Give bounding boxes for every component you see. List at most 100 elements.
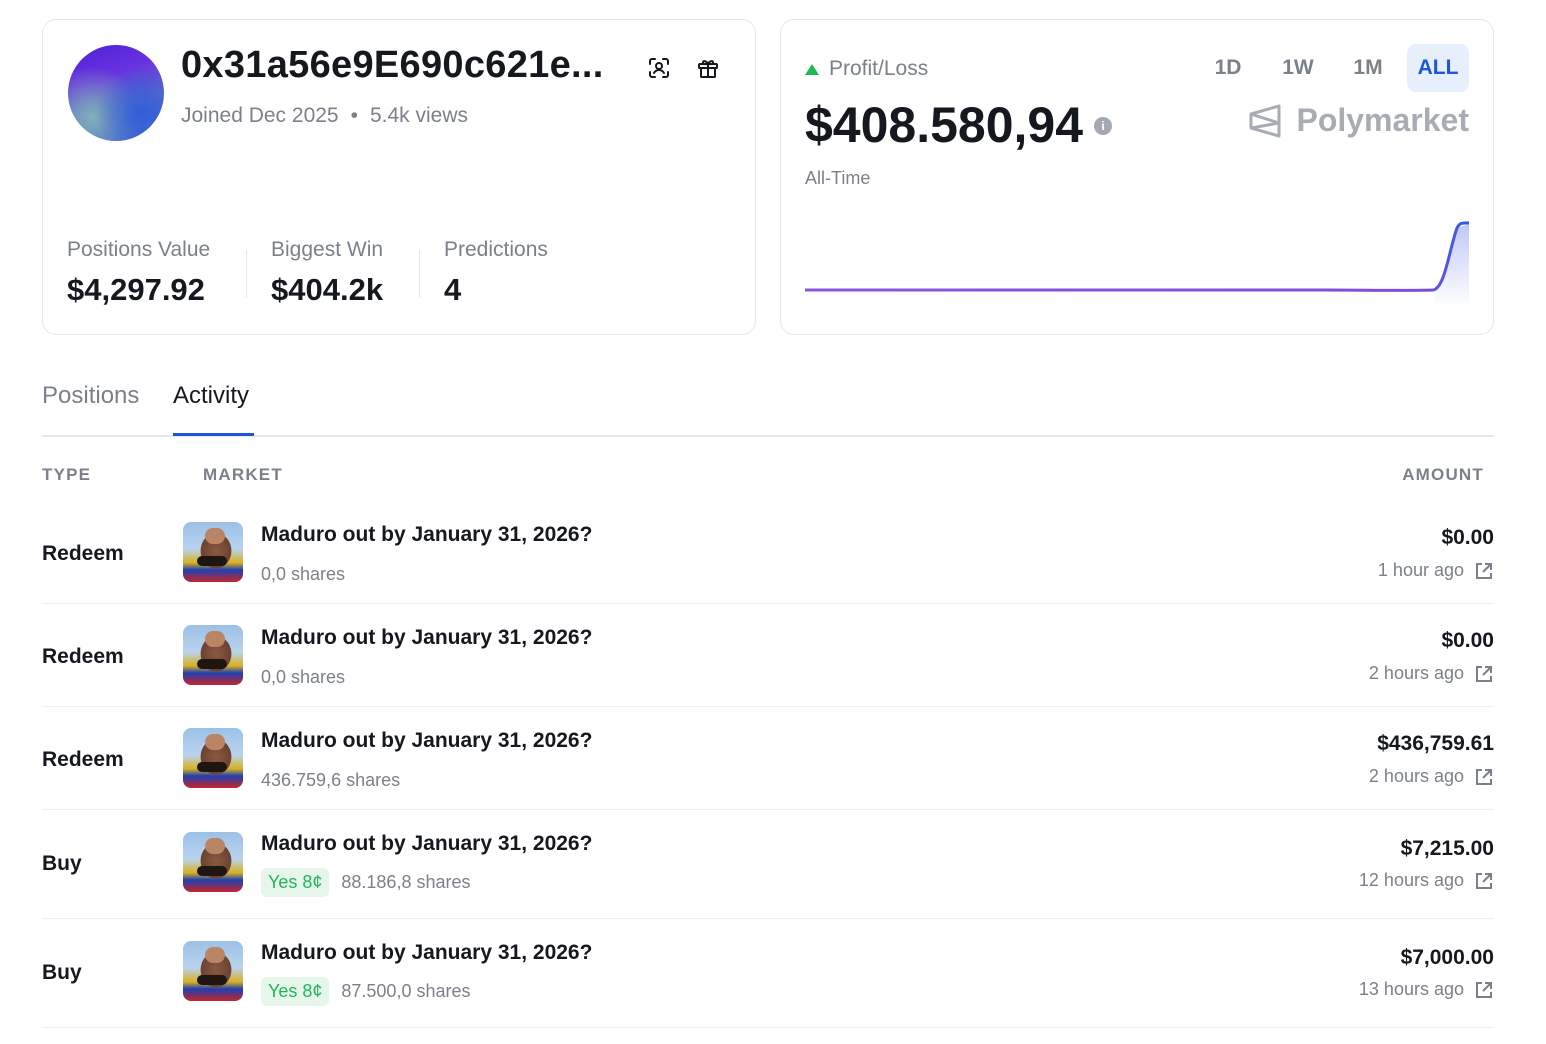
row-divider — [42, 809, 1494, 810]
pnl-value: $408.580,94 — [805, 97, 1084, 153]
stat-divider — [246, 250, 247, 298]
activity-details: 0,0 shares — [261, 667, 345, 688]
pnl-card: Profit/Loss 1D 1W 1M ALL $408.580,94 i P… — [780, 19, 1494, 335]
share-count: 0,0 shares — [261, 667, 346, 687]
stat-label: Positions Value — [67, 238, 211, 261]
activity-type: Redeem — [42, 645, 124, 668]
row-divider — [42, 918, 1494, 919]
market-title[interactable]: Maduro out by January 31, 2026? — [261, 832, 592, 856]
range-tabs: 1D 1W 1M ALL — [1197, 44, 1469, 92]
share-count: 0,0 shares — [261, 564, 346, 584]
polymarket-logo-icon — [1249, 104, 1281, 137]
range-tab-all[interactable]: ALL — [1407, 44, 1469, 92]
time-ago: 2 hours ago — [1368, 766, 1464, 786]
market-thumbnail[interactable] — [183, 941, 243, 1001]
share-count: 436.759,6 shares — [261, 770, 401, 790]
share-count: 87.500,0 shares — [341, 981, 471, 1001]
pnl-label-text: Profit/Loss — [829, 57, 929, 80]
gift-icon[interactable] — [694, 54, 722, 82]
range-tab-1m[interactable]: 1M — [1337, 44, 1399, 92]
activity-details: 436.759,6 shares — [261, 770, 400, 791]
row-divider — [42, 1027, 1494, 1028]
stat-biggest-win: Biggest Win $404.2k — [271, 238, 383, 308]
scan-icon[interactable] — [645, 54, 673, 82]
external-link-icon — [1476, 562, 1492, 579]
activity-row[interactable]: Redeem Maduro out by January 31, 2026? 0… — [42, 623, 1494, 707]
activity-time[interactable]: 2 hours ago — [1369, 766, 1494, 787]
stat-predictions: Predictions 4 — [444, 238, 548, 308]
stat-divider — [419, 250, 420, 298]
activity-row[interactable]: Buy Maduro out by January 31, 2026? Yes … — [42, 939, 1494, 1027]
market-title[interactable]: Maduro out by January 31, 2026? — [261, 729, 592, 753]
stat-value: 4 — [444, 272, 462, 307]
activity-details: Yes 8¢ 87.500,0 shares — [261, 977, 470, 1006]
market-thumbnail[interactable] — [183, 832, 243, 892]
joined-date: Joined Dec 2025 — [181, 104, 339, 127]
activity-amount: $436,759.61 — [1377, 732, 1494, 755]
active-tab-indicator — [173, 433, 254, 436]
pnl-label: Profit/Loss — [805, 57, 928, 81]
activity-time[interactable]: 2 hours ago — [1369, 663, 1494, 684]
profile-card: 0x31a56e9E690c621e... Joined Dec 2025 • 5.… — [42, 19, 756, 335]
market-title[interactable]: Maduro out by January 31, 2026? — [261, 523, 592, 547]
pnl-chart-area — [1435, 224, 1469, 306]
activity-row[interactable]: Redeem Maduro out by January 31, 2026? 0… — [42, 520, 1494, 604]
stat-label: Biggest Win — [271, 238, 384, 261]
pnl-chart-line — [805, 221, 1469, 292]
activity-amount: $7,000.00 — [1400, 946, 1494, 969]
pnl-chart — [805, 221, 1469, 306]
profile-meta: Joined Dec 2025 • 5.4k views — [181, 104, 468, 128]
column-header-type: TYPE — [42, 465, 92, 484]
activity-amount: $0.00 — [1441, 629, 1494, 652]
activity-row[interactable]: Buy Maduro out by January 31, 2026? Yes … — [42, 830, 1494, 918]
external-link-icon — [1476, 768, 1492, 785]
column-header-market: MARKET — [203, 465, 283, 484]
activity-details: 0,0 shares — [261, 564, 345, 585]
activity-time[interactable]: 1 hour ago — [1378, 560, 1494, 581]
avatar[interactable] — [68, 45, 164, 141]
external-link-icon — [1476, 981, 1492, 998]
tab-positions[interactable]: Positions — [42, 382, 139, 410]
meta-separator: • — [350, 104, 358, 127]
activity-amount: $0.00 — [1441, 526, 1494, 549]
activity-type: Buy — [42, 961, 82, 984]
stat-positions-value: Positions Value $4,297.92 — [67, 238, 210, 308]
stat-label: Predictions — [444, 238, 548, 261]
polymarket-logo: Polymarket — [1248, 102, 1469, 139]
market-thumbnail[interactable] — [183, 522, 243, 582]
market-title[interactable]: Maduro out by January 31, 2026? — [261, 626, 592, 650]
stat-value: $404.2k — [271, 272, 384, 307]
view-count: 5.4k views — [369, 104, 469, 127]
market-title[interactable]: Maduro out by January 31, 2026? — [261, 941, 592, 965]
activity-time[interactable]: 12 hours ago — [1359, 870, 1494, 891]
outcome-badge: Yes 8¢ — [261, 868, 330, 897]
share-count: 88.186,8 shares — [341, 872, 471, 892]
activity-type: Redeem — [42, 748, 124, 771]
column-header-amount: AMOUNT — [1402, 465, 1484, 484]
activity-type: Redeem — [42, 542, 124, 565]
time-ago: 13 hours ago — [1358, 979, 1464, 999]
trend-up-icon — [805, 63, 819, 75]
outcome-badge: Yes 8¢ — [261, 977, 330, 1006]
profile-tabs: Positions Activity — [42, 370, 1494, 437]
activity-type: Buy — [42, 852, 82, 875]
activity-details: Yes 8¢ 88.186,8 shares — [261, 868, 470, 897]
row-divider — [42, 706, 1494, 707]
period-label: All-Time — [805, 168, 871, 188]
brand-name: Polymarket — [1296, 102, 1469, 138]
activity-time[interactable]: 13 hours ago — [1359, 979, 1494, 1000]
external-link-icon — [1476, 665, 1492, 682]
market-thumbnail[interactable] — [183, 728, 243, 788]
row-divider — [42, 603, 1494, 604]
activity-row[interactable]: Redeem Maduro out by January 31, 2026? 4… — [42, 726, 1494, 810]
info-icon[interactable]: i — [1094, 117, 1112, 135]
time-ago: 1 hour ago — [1377, 560, 1464, 580]
time-ago: 12 hours ago — [1358, 870, 1464, 890]
activity-amount: $7,215.00 — [1400, 837, 1494, 860]
range-tab-1d[interactable]: 1D — [1197, 44, 1259, 92]
wallet-address[interactable]: 0x31a56e9E690c621e... — [181, 44, 604, 87]
external-link-icon — [1476, 872, 1492, 889]
market-thumbnail[interactable] — [183, 625, 243, 685]
range-tab-1w[interactable]: 1W — [1267, 44, 1329, 92]
tab-activity[interactable]: Activity — [173, 382, 249, 410]
